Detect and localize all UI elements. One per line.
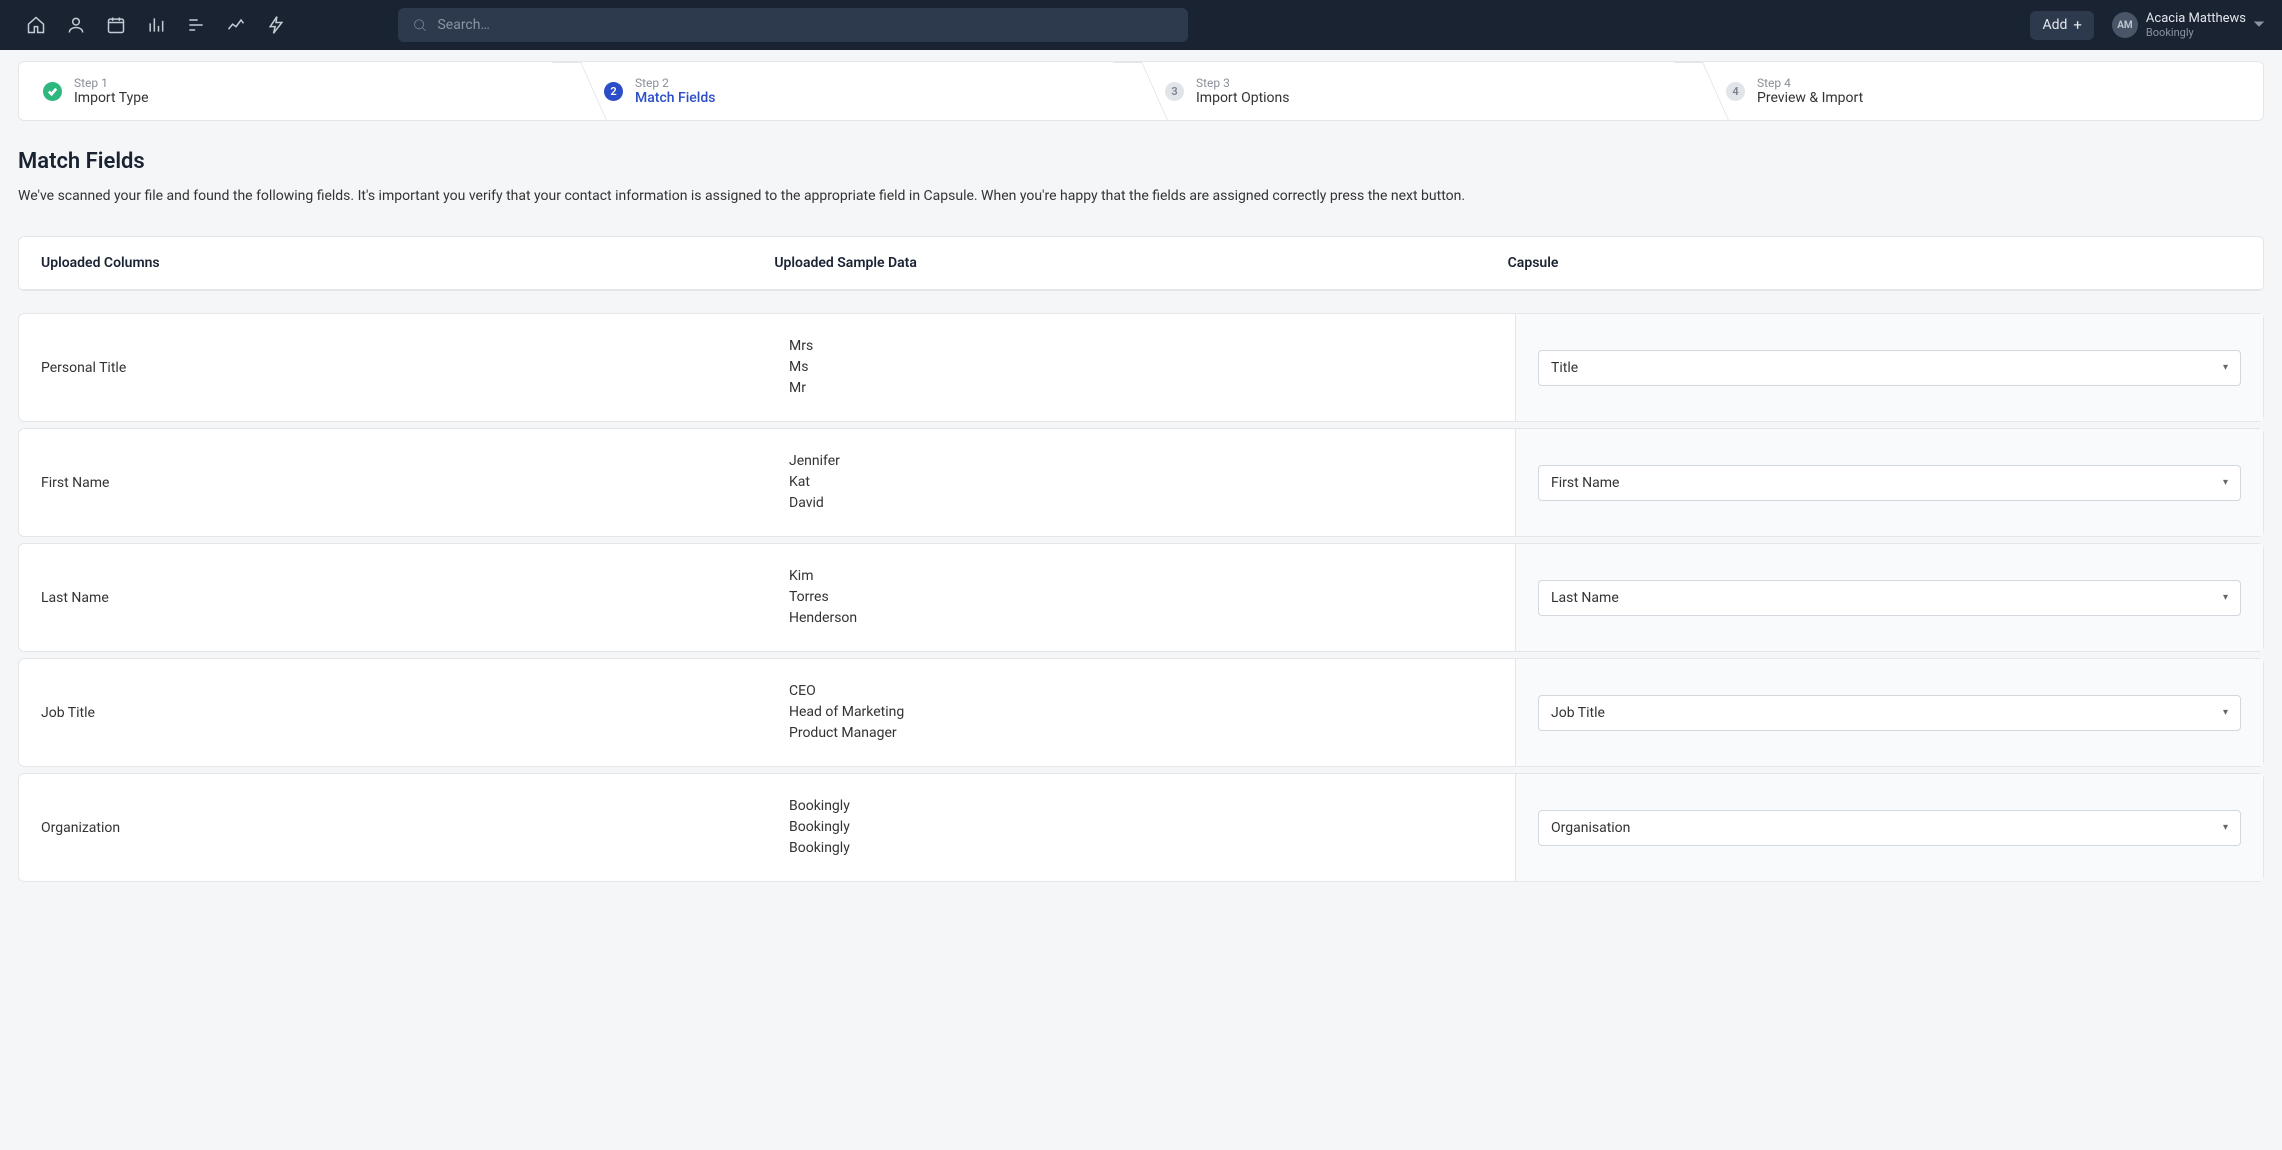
step-label: Step 4 [1757, 76, 1863, 90]
chevron-down-icon: ▾ [2223, 362, 2228, 373]
mapping-select-value: Job Title [1551, 705, 1605, 721]
person-icon[interactable] [58, 7, 94, 43]
sample-value: Ms [789, 357, 1493, 378]
sample-value: Mrs [789, 336, 1493, 357]
mapping-select-value: Title [1551, 360, 1578, 376]
col-header-sample-data: Uploaded Sample Data [774, 255, 1507, 271]
step-number: 4 [1726, 82, 1745, 101]
field-column-name: Last Name [19, 562, 767, 634]
chevron-down-icon [2254, 17, 2264, 33]
step-import-type[interactable]: Step 1 Import Type [19, 62, 580, 120]
field-row: OrganizationBookinglyBookinglyBookinglyO… [18, 773, 2264, 882]
mapping-select[interactable]: Last Name ▾ [1538, 580, 2241, 616]
sample-value: Bookingly [789, 838, 1493, 859]
sample-value: Product Manager [789, 723, 1493, 744]
sample-value: Bookingly [789, 796, 1493, 817]
step-title: Import Type [74, 90, 149, 106]
field-column-name: Job Title [19, 677, 767, 749]
chevron-down-icon: ▾ [2223, 822, 2228, 833]
step-import-options[interactable]: 3 Step 3 Import Options [1141, 62, 1702, 120]
sample-value: Jennifer [789, 451, 1493, 472]
mapping-select-value: First Name [1551, 475, 1619, 491]
user-name: Acacia Matthews [2146, 11, 2246, 27]
search-input[interactable] [437, 17, 1174, 33]
sample-value: Kim [789, 566, 1493, 587]
search-icon [412, 17, 427, 33]
step-title: Import Options [1196, 90, 1290, 106]
mapping-select[interactable]: Job Title ▾ [1538, 695, 2241, 731]
field-row: Job TitleCEOHead of MarketingProduct Man… [18, 658, 2264, 767]
top-header: Add + AM Acacia Matthews Bookingly [0, 0, 2282, 50]
search-input-wrap[interactable] [398, 8, 1188, 42]
plus-icon: + [2073, 18, 2082, 33]
sample-value: Bookingly [789, 817, 1493, 838]
step-number: 2 [604, 82, 623, 101]
calendar-icon[interactable] [98, 7, 134, 43]
bars-icon[interactable] [138, 7, 174, 43]
field-mapping-cell: Title ▾ [1515, 314, 2263, 421]
sample-value: Kat [789, 472, 1493, 493]
field-row: First NameJenniferKatDavidFirst Name▾ [18, 428, 2264, 537]
user-org: Bookingly [2146, 26, 2246, 39]
field-row: Personal TitleMrsMsMrTitle▾ [18, 313, 2264, 422]
sample-value: David [789, 493, 1493, 514]
add-button[interactable]: Add + [2030, 11, 2093, 40]
field-mapping-cell: Last Name ▾ [1515, 544, 2263, 651]
sample-value: Mr [789, 378, 1493, 399]
step-title: Match Fields [635, 90, 715, 106]
field-sample-data: KimTorresHenderson [767, 544, 1515, 651]
step-preview-import[interactable]: 4 Step 4 Preview & Import [1702, 62, 2263, 120]
field-mapping-cell: First Name ▾ [1515, 429, 2263, 536]
page-title: Match Fields [18, 149, 2264, 174]
mapping-select-value: Organisation [1551, 820, 1630, 836]
step-number: 3 [1165, 82, 1184, 101]
chevron-down-icon: ▾ [2223, 477, 2228, 488]
mapping-select[interactable]: Title ▾ [1538, 350, 2241, 386]
check-icon [43, 82, 62, 101]
mapping-select[interactable]: First Name ▾ [1538, 465, 2241, 501]
user-menu[interactable]: AM Acacia Matthews Bookingly [2112, 11, 2264, 40]
list-icon[interactable] [178, 7, 214, 43]
zap-icon[interactable] [258, 7, 294, 43]
chart-line-icon[interactable] [218, 7, 254, 43]
field-row: Last NameKimTorresHendersonLast Name▾ [18, 543, 2264, 652]
add-button-label: Add [2042, 17, 2067, 33]
step-progress: Step 1 Import Type 2 Step 2 Match Fields… [18, 61, 2264, 121]
sample-value: Torres [789, 587, 1493, 608]
chevron-down-icon: ▾ [2223, 592, 2228, 603]
chevron-down-icon: ▾ [2223, 707, 2228, 718]
mapping-select-value: Last Name [1551, 590, 1619, 606]
step-label: Step 3 [1196, 76, 1290, 90]
field-column-name: Personal Title [19, 332, 767, 404]
step-label: Step 2 [635, 76, 715, 90]
field-mapping-cell: Organisation ▾ [1515, 774, 2263, 881]
step-title: Preview & Import [1757, 90, 1863, 106]
page-description: We've scanned your file and found the fo… [18, 188, 2264, 204]
step-label: Step 1 [74, 76, 149, 90]
table-header-card: Uploaded Columns Uploaded Sample Data Ca… [18, 236, 2264, 291]
col-header-uploaded-columns: Uploaded Columns [41, 255, 774, 271]
sample-value: Henderson [789, 608, 1493, 629]
sample-value: Head of Marketing [789, 702, 1493, 723]
mapping-select[interactable]: Organisation ▾ [1538, 810, 2241, 846]
field-sample-data: BookinglyBookinglyBookingly [767, 774, 1515, 881]
col-header-capsule: Capsule [1508, 255, 2241, 271]
home-icon[interactable] [18, 7, 54, 43]
field-column-name: Organization [19, 792, 767, 864]
field-sample-data: JenniferKatDavid [767, 429, 1515, 536]
field-mapping-cell: Job Title ▾ [1515, 659, 2263, 766]
field-sample-data: MrsMsMr [767, 314, 1515, 421]
field-column-name: First Name [19, 447, 767, 519]
avatar: AM [2112, 12, 2138, 38]
field-sample-data: CEOHead of MarketingProduct Manager [767, 659, 1515, 766]
sample-value: CEO [789, 681, 1493, 702]
step-match-fields[interactable]: 2 Step 2 Match Fields [580, 62, 1141, 120]
